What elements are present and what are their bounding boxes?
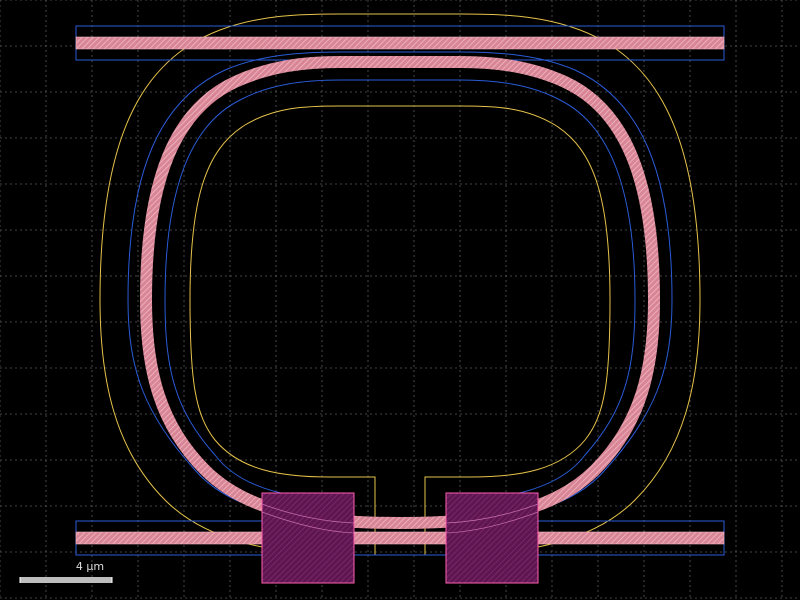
top-bus-waveguide xyxy=(75,36,725,50)
right-contact-pad xyxy=(445,492,539,584)
scale-bar xyxy=(19,577,113,583)
grid xyxy=(0,0,800,600)
left-contact-pad xyxy=(261,492,355,584)
layout-canvas xyxy=(0,0,800,600)
bottom-bus-waveguide xyxy=(75,531,725,545)
ring-cladding-outer xyxy=(127,51,673,521)
ring-waveguide xyxy=(139,56,661,530)
scale-bar-label: 4 µm xyxy=(75,560,105,573)
ring-cladding-inner xyxy=(164,79,636,501)
inner-slab-outline xyxy=(189,105,611,500)
